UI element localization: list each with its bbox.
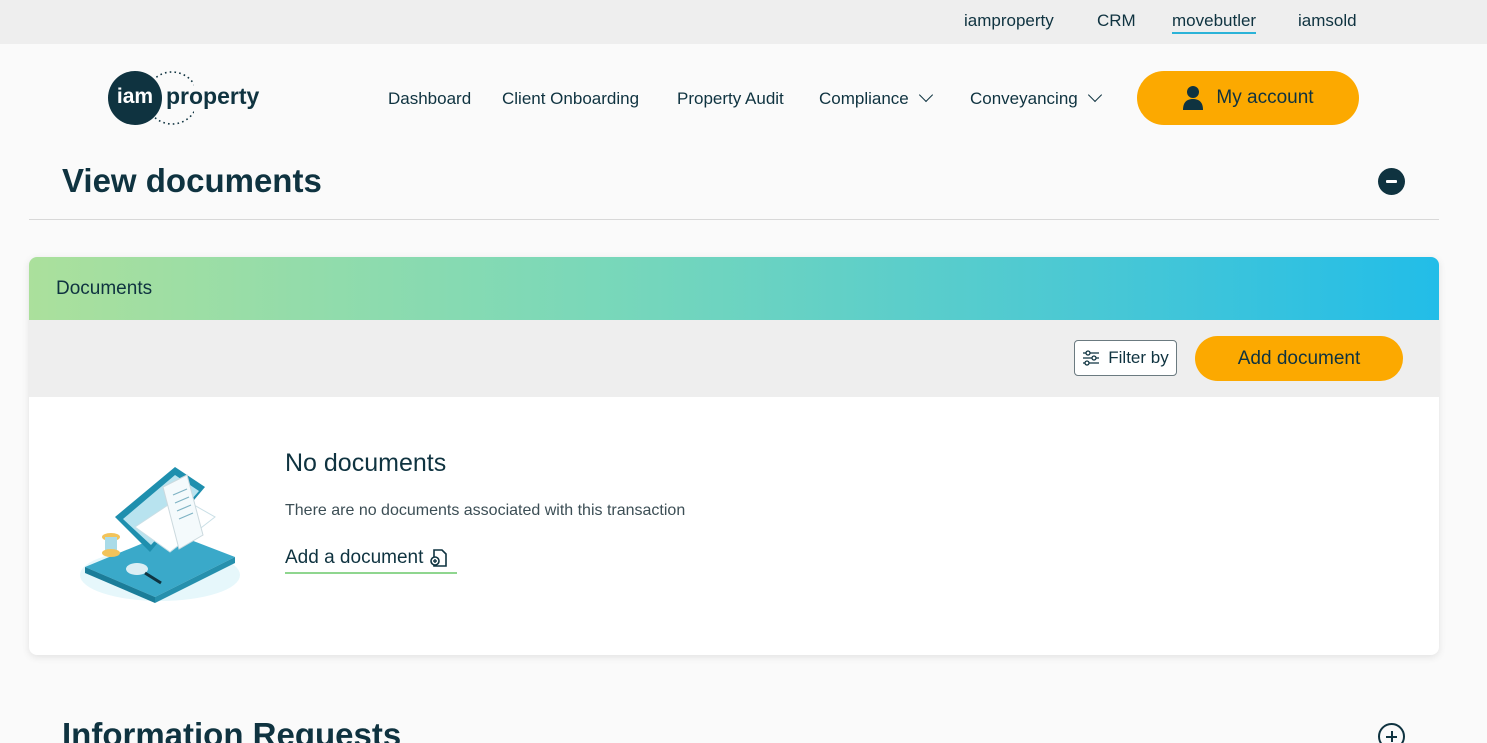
document-add-icon <box>430 549 448 567</box>
topbar-link-crm[interactable]: CRM <box>1097 11 1136 31</box>
add-a-document-link[interactable]: Add a document <box>285 547 458 574</box>
topbar-link-iamsold[interactable]: iamsold <box>1298 11 1357 31</box>
filter-by-label: Filter by <box>1108 348 1169 367</box>
nav-compliance-label: Compliance <box>819 89 909 108</box>
logo-wordmark: property <box>166 83 260 109</box>
expand-plus-icon[interactable] <box>1378 723 1405 743</box>
page-title: View documents <box>62 162 322 199</box>
empty-documents-illustration <box>80 467 240 603</box>
nav-dashboard-label: Dashboard <box>388 89 472 108</box>
iamproperty-logo[interactable]: iam property <box>108 71 268 127</box>
topbar-link-movebutler[interactable]: movebutler <box>1172 11 1257 34</box>
nav-dashboard[interactable]: Dashboard <box>388 89 471 109</box>
main-header: iam property Dashboard Client Onboarding… <box>0 44 1487 154</box>
chevron-down-icon <box>1087 87 1102 103</box>
information-requests-title: Information Requests <box>62 716 402 743</box>
nav-compliance-dropdown[interactable]: Compliance <box>819 87 933 109</box>
nav-client-onboarding[interactable]: Client Onboarding <box>502 89 639 109</box>
person-icon <box>1183 86 1204 110</box>
empty-state-text: There are no documents associated with t… <box>285 502 686 519</box>
chevron-down-icon <box>918 87 933 103</box>
nav-client-onboarding-label: Client Onboarding <box>502 89 640 108</box>
add-a-document-label: Add a document <box>285 547 424 568</box>
top-utility-bar: iamproperty CRM movebutler iamsold <box>0 0 1487 44</box>
my-account-label: My account <box>1216 87 1314 108</box>
empty-state-title: No documents <box>285 449 447 477</box>
my-account-button[interactable]: My account <box>1137 71 1359 125</box>
nav-property-audit[interactable]: Property Audit <box>677 89 784 109</box>
documents-card: Documents Filter by Add document No docu… <box>29 257 1439 655</box>
documents-card-header: Documents <box>29 257 1439 320</box>
nav-conveyancing-dropdown[interactable]: Conveyancing <box>970 87 1102 109</box>
filter-sliders-icon <box>1083 350 1100 366</box>
logo-badge: iam <box>108 71 162 125</box>
nav-property-audit-label: Property Audit <box>677 89 784 108</box>
nav-conveyancing-label: Conveyancing <box>970 89 1078 108</box>
documents-card-title: Documents <box>56 278 153 299</box>
topbar-link-iamproperty[interactable]: iamproperty <box>964 11 1054 31</box>
filter-by-button[interactable]: Filter by <box>1074 340 1177 376</box>
documents-toolbar: Filter by Add document <box>29 320 1439 397</box>
section-divider <box>29 219 1439 220</box>
collapse-minus-icon[interactable] <box>1378 168 1405 195</box>
add-document-button[interactable]: Add document <box>1195 336 1403 381</box>
